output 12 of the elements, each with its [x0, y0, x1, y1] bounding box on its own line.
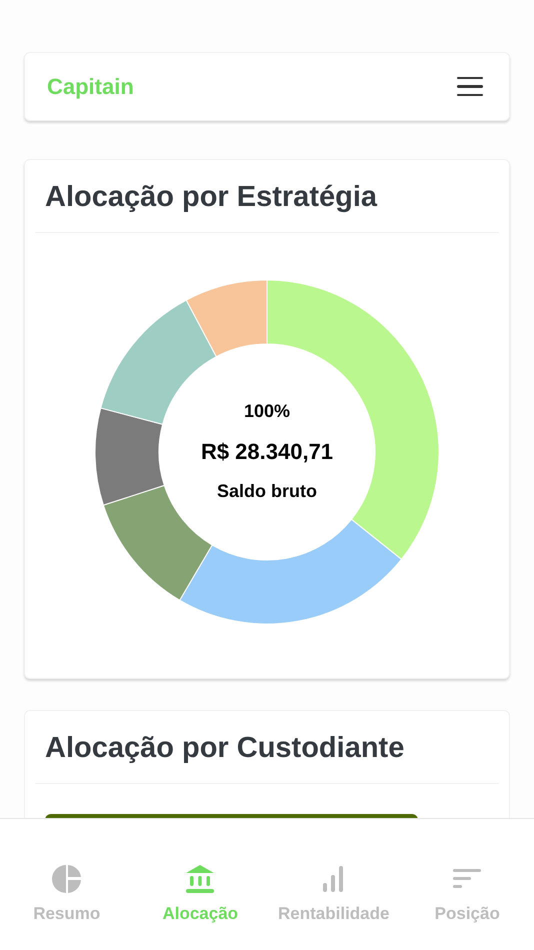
nav-tab[interactable]: Rentabilidade: [267, 863, 400, 926]
brand-logo[interactable]: Capitain: [47, 70, 134, 103]
pie-chart-icon: [50, 863, 83, 895]
balance-amount: R$ 28.340,71: [200, 438, 334, 466]
card-title: Alocação por Custodiante: [35, 711, 499, 784]
card-title: Alocação por Estratégia: [35, 160, 499, 232]
nav-tab[interactable]: Alocação: [134, 863, 267, 926]
percent-label: 100%: [244, 400, 290, 423]
nav-tab[interactable]: Resumo: [0, 863, 134, 926]
nav-tab[interactable]: Posição: [400, 863, 534, 926]
bank-icon: [184, 863, 216, 895]
balance-caption: Saldo bruto: [217, 480, 317, 503]
